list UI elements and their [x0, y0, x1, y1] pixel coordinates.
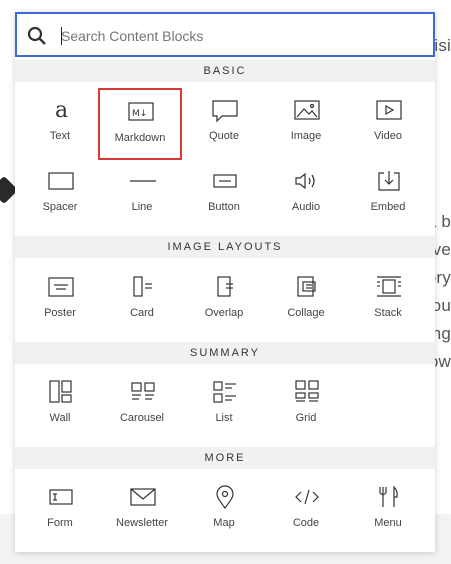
- poster-icon: [48, 277, 74, 297]
- section-header-more: MORE: [15, 447, 435, 469]
- block-collage[interactable]: Collage: [265, 263, 347, 333]
- search-bar: [15, 12, 435, 57]
- embed-icon: [378, 171, 400, 191]
- block-label: Collage: [287, 307, 325, 319]
- block-label: Carousel: [119, 412, 165, 424]
- carousel-icon: [131, 382, 155, 400]
- section-header-summary: SUMMARY: [15, 342, 435, 364]
- block-label: Newsletter: [116, 517, 168, 529]
- block-label: Text: [49, 130, 71, 142]
- block-overlap[interactable]: Overlap: [183, 263, 265, 333]
- block-newsletter[interactable]: Newsletter: [101, 473, 183, 543]
- block-text[interactable]: a Text: [19, 86, 101, 156]
- block-line[interactable]: Line: [101, 157, 183, 227]
- form-icon: [49, 489, 73, 505]
- search-input[interactable]: [61, 24, 421, 48]
- list-icon: [213, 381, 236, 403]
- background-text: ve: [432, 240, 451, 259]
- block-label: Video: [374, 130, 402, 142]
- block-label: Grid: [295, 412, 317, 424]
- map-pin-icon: [216, 485, 234, 510]
- block-menu[interactable]: Menu: [347, 473, 429, 543]
- newsletter-icon: [130, 488, 156, 506]
- markdown-icon: M↓: [128, 102, 154, 121]
- block-label: Markdown: [114, 132, 166, 144]
- fork-knife-icon: [379, 485, 398, 507]
- block-carousel[interactable]: Carousel: [101, 368, 183, 438]
- block-map[interactable]: Map: [183, 473, 265, 543]
- video-icon: [376, 100, 402, 120]
- block-list[interactable]: List: [183, 368, 265, 438]
- block-spacer[interactable]: Spacer: [19, 157, 101, 227]
- block-label: Image: [290, 130, 322, 142]
- search-icon: [27, 26, 46, 45]
- block-label: Embed: [370, 201, 406, 213]
- block-video[interactable]: Video: [347, 86, 429, 156]
- block-markdown[interactable]: M↓ Markdown: [98, 88, 182, 160]
- svg-text:a: a: [55, 98, 68, 123]
- block-card[interactable]: Card: [101, 263, 183, 333]
- stack-icon: [377, 276, 401, 297]
- block-label: Overlap: [204, 307, 244, 319]
- block-wall[interactable]: Wall: [19, 368, 101, 438]
- audio-icon: [295, 172, 315, 190]
- block-label: Stack: [374, 307, 402, 319]
- line-icon: [130, 180, 156, 182]
- block-label: Menu: [374, 517, 402, 529]
- block-code[interactable]: Code: [265, 473, 347, 543]
- block-label: Spacer: [42, 201, 78, 213]
- button-icon: [213, 174, 237, 188]
- code-icon: [295, 489, 319, 505]
- block-embed[interactable]: Embed: [347, 157, 429, 227]
- collage-icon: [297, 276, 316, 297]
- block-label: Line: [131, 201, 153, 213]
- text-icon: a: [55, 98, 68, 123]
- wall-icon: [49, 380, 72, 403]
- card-icon: [133, 276, 152, 297]
- block-image[interactable]: Image: [265, 86, 347, 156]
- block-label: Wall: [49, 412, 71, 424]
- block-label: List: [215, 412, 233, 424]
- content-block-picker: BASIC a Text M↓ Markdown Quote Image Vid…: [15, 12, 435, 552]
- image-icon: [294, 100, 320, 120]
- spacer-icon: [48, 172, 74, 190]
- block-audio[interactable]: Audio: [265, 157, 347, 227]
- block-label: Card: [130, 307, 154, 319]
- section-header-image-layouts: IMAGE LAYOUTS: [15, 236, 435, 258]
- block-button[interactable]: Button: [183, 157, 265, 227]
- block-label: Code: [292, 517, 320, 529]
- block-label: Map: [213, 517, 235, 529]
- grid-icon: [295, 380, 319, 402]
- text-cursor: [61, 27, 62, 45]
- overlap-icon: [217, 276, 233, 297]
- block-stack[interactable]: Stack: [347, 263, 429, 333]
- block-label: Button: [208, 201, 240, 213]
- block-form[interactable]: Form: [19, 473, 101, 543]
- block-quote[interactable]: Quote: [183, 86, 265, 156]
- block-label: Audio: [291, 201, 321, 213]
- section-header-basic: BASIC: [15, 60, 435, 82]
- block-label: Poster: [44, 307, 76, 319]
- quote-icon: [212, 100, 238, 123]
- block-label: Form: [47, 517, 73, 529]
- block-grid[interactable]: Grid: [265, 368, 347, 438]
- block-label: Quote: [209, 130, 239, 142]
- background-text: isi: [434, 36, 451, 55]
- block-poster[interactable]: Poster: [19, 263, 101, 333]
- svg-text:M↓: M↓: [132, 109, 147, 119]
